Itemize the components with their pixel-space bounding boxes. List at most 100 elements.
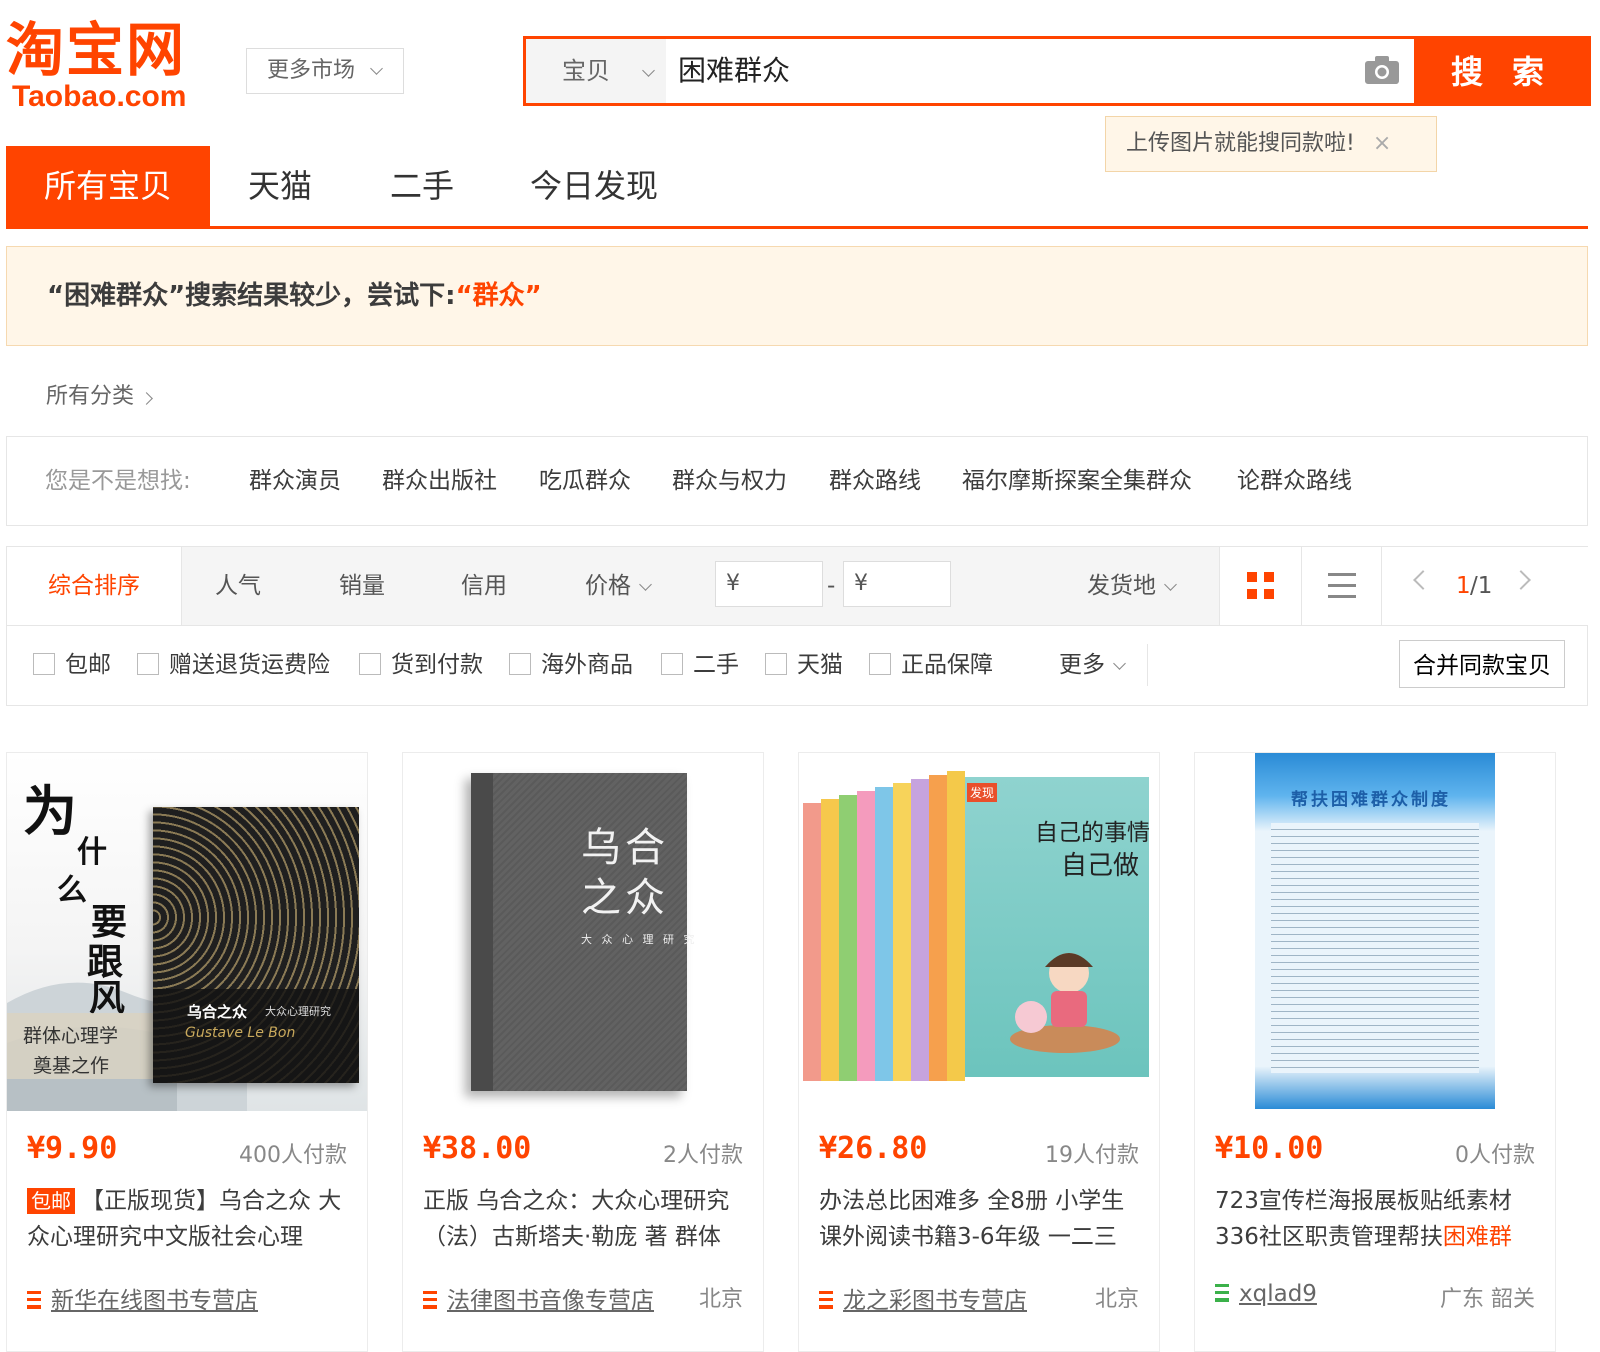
- checkbox[interactable]: [869, 652, 891, 675]
- related-keyword[interactable]: 吃瓜群众: [539, 437, 631, 525]
- paid-count: 400人付款: [239, 1143, 347, 1168]
- cover-char: 为: [23, 779, 77, 843]
- more-markets-dropdown[interactable]: 更多市场: [246, 48, 404, 94]
- shop-link[interactable]: xqlad9: [1215, 1281, 1317, 1307]
- filter-return-insurance[interactable]: 赠送退货运费险: [137, 650, 330, 680]
- filter-label: 正品保障: [901, 652, 993, 678]
- book-title: 乌合之众: [187, 1003, 248, 1021]
- tab-tmall[interactable]: 天猫: [248, 146, 312, 226]
- taobao-logo[interactable]: 淘宝网: [6, 18, 186, 82]
- book-spine: [875, 787, 893, 1081]
- filter-label: 天猫: [797, 652, 843, 678]
- product-card[interactable]: 为 什 么 要 跟 风 群体心理学 奠基之作 乌合之众 大众心理研究 Gusta…: [6, 752, 368, 1352]
- chevron-down-icon: [641, 64, 655, 77]
- product-image[interactable]: 为 什 么 要 跟 风 群体心理学 奠基之作 乌合之众 大众心理研究 Gusta…: [7, 753, 367, 1111]
- cover-char: 么: [57, 873, 87, 908]
- product-price: ¥38.00: [423, 1131, 532, 1166]
- tab-today-discover[interactable]: 今日发现: [530, 146, 658, 226]
- product-price: ¥10.00: [1215, 1131, 1324, 1166]
- tab-secondhand[interactable]: 二手: [390, 146, 454, 226]
- paid-count: 2人付款: [663, 1143, 743, 1168]
- shop-icon: [423, 1290, 437, 1309]
- search-category-label: 宝贝: [562, 57, 610, 85]
- prev-page-icon[interactable]: [1413, 570, 1433, 590]
- related-keyword[interactable]: 群众演员: [249, 437, 341, 525]
- search-button[interactable]: 搜 索: [1414, 36, 1591, 106]
- book-spine: [839, 795, 857, 1081]
- search-category-select[interactable]: 宝贝: [526, 39, 666, 103]
- related-keyword[interactable]: 论群众路线: [1237, 437, 1352, 525]
- shop-name: 法律图书音像专营店: [447, 1288, 654, 1314]
- product-image[interactable]: 帮扶困难群众制度: [1195, 753, 1555, 1111]
- suggestion-link[interactable]: “群众”: [456, 281, 542, 311]
- related-label: 您是不是想找:: [45, 468, 191, 494]
- list-view-button[interactable]: [1301, 547, 1382, 625]
- grid-view-button[interactable]: [1219, 547, 1302, 625]
- filter-genuine[interactable]: 正品保障: [869, 650, 993, 680]
- next-page-icon[interactable]: [1511, 570, 1531, 590]
- sort-sales[interactable]: 销量: [339, 547, 385, 625]
- checkbox[interactable]: [33, 652, 55, 675]
- merge-same-items-button[interactable]: 合并同款宝贝: [1399, 640, 1565, 688]
- ship-location: 北京: [1094, 1287, 1139, 1312]
- price-max-input[interactable]: ¥: [843, 561, 951, 607]
- filter-tmall[interactable]: 天猫: [765, 650, 843, 680]
- price-min-input[interactable]: ¥: [715, 561, 823, 607]
- shop-icon: [819, 1290, 833, 1309]
- filter-secondhand[interactable]: 二手: [661, 650, 739, 680]
- product-card[interactable]: 发现 自己的事情 自己做 ¥26.80 19人付款 办法总比困难多 全8册 小学…: [798, 752, 1160, 1352]
- product-card[interactable]: 帮扶困难群众制度 ¥10.00 0人付款 723宣传栏海报展板贴纸素材336社区…: [1194, 752, 1556, 1352]
- filter-overseas[interactable]: 海外商品: [509, 650, 633, 680]
- filter-more-dropdown[interactable]: 更多: [1059, 650, 1126, 680]
- shop-link[interactable]: 新华在线图书专营店: [27, 1281, 258, 1315]
- page-current: 1: [1456, 573, 1471, 599]
- book-spine: [471, 773, 493, 1091]
- related-keyword[interactable]: 群众路线: [829, 437, 921, 525]
- checkbox[interactable]: [765, 652, 787, 675]
- ship-location: 广东 韶关: [1440, 1287, 1535, 1312]
- product-image[interactable]: 发现 自己的事情 自己做: [799, 753, 1159, 1111]
- sort-bar: 综合排序 人气 销量 信用 价格 ¥ - ¥ 发货地 1 /1: [6, 546, 1588, 626]
- product-image[interactable]: 乌合 之众 大 众 心 理 研 究: [403, 753, 763, 1111]
- filter-more-label: 更多: [1059, 652, 1105, 678]
- related-keyword[interactable]: 群众出版社: [382, 437, 497, 525]
- product-title[interactable]: 正版 乌合之众：大众心理研究（法）古斯塔夫·勒庞 著 群体: [423, 1183, 743, 1255]
- sort-price-label: 价格: [585, 573, 631, 599]
- paid-count: 0人付款: [1455, 1143, 1535, 1168]
- shop-icon: [27, 1290, 41, 1309]
- checkbox[interactable]: [359, 652, 381, 675]
- related-keyword[interactable]: 福尔摩斯探案全集群众: [962, 437, 1192, 525]
- keyword-highlight: 困难群: [1442, 1224, 1512, 1250]
- taobao-logo-en[interactable]: Taobao.com: [12, 80, 186, 114]
- ship-from-dropdown[interactable]: 发货地: [1087, 547, 1177, 625]
- search-input[interactable]: 困难群众: [678, 39, 790, 103]
- checkbox[interactable]: [137, 652, 159, 675]
- sort-price[interactable]: 价格: [585, 547, 652, 625]
- product-card[interactable]: 乌合 之众 大 众 心 理 研 究 ¥38.00 2人付款 正版 乌合之众：大众…: [402, 752, 764, 1352]
- camera-icon[interactable]: [1364, 55, 1400, 85]
- book-title: 自己的事情: [1035, 820, 1150, 846]
- filter-free-shipping[interactable]: 包邮: [33, 650, 111, 680]
- poster-text-lines: [1271, 823, 1479, 1073]
- product-price: ¥9.90: [27, 1131, 118, 1166]
- product-title[interactable]: 包邮 【正版现货】乌合之众 大众心理研究中文版社会心理: [27, 1183, 347, 1255]
- tab-all[interactable]: 所有宝贝: [6, 146, 210, 226]
- filter-label: 货到付款: [391, 652, 483, 678]
- filter-label: 包邮: [65, 652, 111, 678]
- shop-link[interactable]: 龙之彩图书专营店: [819, 1281, 1027, 1315]
- product-title[interactable]: 723宣传栏海报展板贴纸素材336社区职责管理帮扶困难群: [1215, 1183, 1535, 1255]
- book-title: 之众: [581, 875, 669, 921]
- shop-link[interactable]: 法律图书音像专营店: [423, 1281, 654, 1315]
- sort-popularity[interactable]: 人气: [215, 547, 261, 625]
- checkbox[interactable]: [509, 652, 531, 675]
- breadcrumb[interactable]: 所有分类: [46, 378, 153, 410]
- book-spine: [803, 803, 821, 1081]
- sort-default[interactable]: 综合排序: [7, 547, 182, 625]
- checkbox[interactable]: [661, 652, 683, 675]
- sort-credit[interactable]: 信用: [461, 547, 507, 625]
- free-shipping-badge: 包邮: [27, 1188, 75, 1214]
- related-keyword[interactable]: 群众与权力: [672, 437, 787, 525]
- filter-cod[interactable]: 货到付款: [359, 650, 483, 680]
- product-title[interactable]: 办法总比困难多 全8册 小学生课外阅读书籍3-6年级 一二三: [819, 1183, 1139, 1255]
- list-icon: [1328, 573, 1356, 598]
